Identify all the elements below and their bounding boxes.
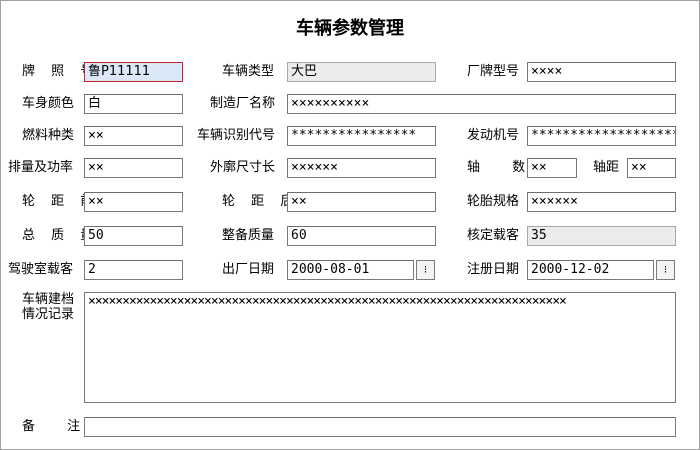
record-textarea[interactable]: ××××××××××××××××××××××××××××××××××××××××… <box>84 292 676 403</box>
fuel-label: 燃料种类 <box>22 128 75 143</box>
rear-track-input[interactable]: ×× <box>287 192 436 212</box>
vehicle-type-input[interactable]: 大巴 <box>287 62 436 82</box>
manufacturer-label: 制造厂名称 <box>210 96 276 111</box>
tire-label: 轮胎规格 <box>467 194 520 209</box>
engine-input[interactable]: ******************* <box>527 126 676 146</box>
model-label: 厂牌型号 <box>467 64 520 79</box>
reg-date-dropdown-button[interactable]: ⁝ <box>656 260 675 280</box>
displacement-input[interactable]: ×× <box>84 158 183 178</box>
record-label-line2: 情况记录 <box>22 307 75 322</box>
tire-input[interactable]: ×××××× <box>527 192 676 212</box>
plate-input[interactable]: 鲁P11111 <box>84 62 183 82</box>
record-label-line1: 车辆建档 <box>22 292 75 307</box>
displacement-label: 排量及功率 <box>8 160 74 175</box>
reg-date-input[interactable]: 2000-12-02 <box>527 260 654 280</box>
mfg-date-label: 出厂日期 <box>222 262 275 277</box>
gross-mass-input[interactable]: 50 <box>84 226 183 246</box>
model-input[interactable]: ×××× <box>527 62 676 82</box>
manufacturer-input[interactable]: ×××××××××× <box>287 94 676 114</box>
body-color-input[interactable]: 白 <box>84 94 183 114</box>
remark-input[interactable] <box>84 417 676 437</box>
rated-passengers-input[interactable]: 35 <box>527 226 676 246</box>
cab-passengers-input[interactable]: 2 <box>84 260 183 280</box>
mfg-date-dropdown-button[interactable]: ⁝ <box>416 260 435 280</box>
curb-mass-input[interactable]: 60 <box>287 226 436 246</box>
mfg-date-input[interactable]: 2000-08-01 <box>287 260 414 280</box>
rated-passengers-label: 核定载客 <box>467 228 520 243</box>
wheelbase-input[interactable]: ×× <box>627 158 676 178</box>
reg-date-label: 注册日期 <box>467 262 520 277</box>
curb-mass-label: 整备质量 <box>222 228 275 243</box>
page-title: 车辆参数管理 <box>296 18 404 39</box>
dimensions-input[interactable]: ×××××× <box>287 158 436 178</box>
engine-label: 发动机号 <box>467 128 520 143</box>
body-color-label: 车身颜色 <box>22 96 75 111</box>
axle-input[interactable]: ×× <box>527 158 577 178</box>
vin-input[interactable]: **************** <box>287 126 436 146</box>
cab-passengers-label: 驾驶室载客 <box>8 262 74 277</box>
front-track-input[interactable]: ×× <box>84 192 183 212</box>
wheelbase-label: 轴距 <box>593 160 620 175</box>
fuel-input[interactable]: ×× <box>84 126 183 146</box>
dimensions-label: 外廓尺寸长 <box>210 160 276 175</box>
vehicle-type-label: 车辆类型 <box>222 64 275 79</box>
vin-label: 车辆识别代号 <box>197 128 276 143</box>
